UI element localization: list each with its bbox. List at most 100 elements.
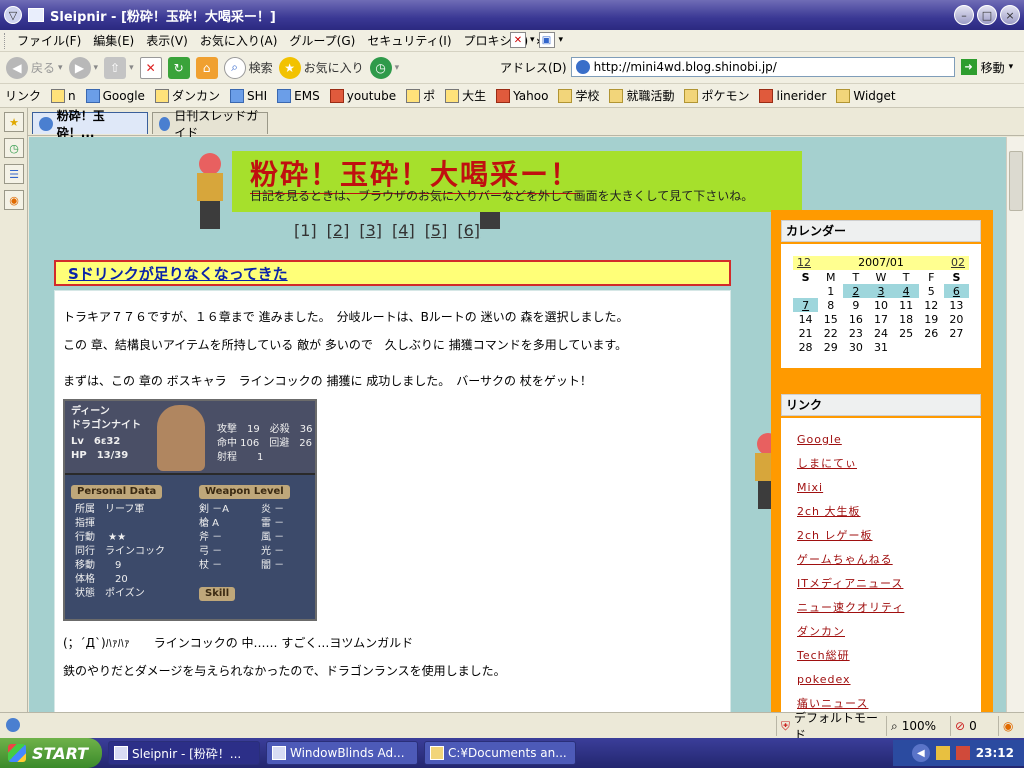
link-n[interactable]: n	[46, 88, 81, 103]
menu-edit[interactable]: 編集(E)	[87, 32, 140, 49]
chevron-down-icon[interactable]: ▾	[1009, 62, 1014, 72]
tab-thread-guide[interactable]: 日刊スレッドガイド	[152, 109, 268, 140]
refresh-button[interactable]: ↻	[167, 56, 190, 79]
link-label: youtube	[346, 88, 397, 103]
address-url[interactable]: http://mini4wd.blog.shinobi.jp/	[594, 60, 777, 74]
page-link-4[interactable]: [4]	[392, 221, 415, 240]
window-list-icon[interactable]: ▣	[538, 32, 555, 48]
page-link-6[interactable]: [6]	[457, 221, 480, 240]
link-shi[interactable]: SHI	[225, 88, 272, 103]
post-title[interactable]: Sドリンクが足りなくなってきた	[54, 260, 731, 286]
calendar-day[interactable]: 3	[868, 284, 894, 298]
link-job-hunting[interactable]: 就職活動	[604, 87, 679, 104]
sidebar-link[interactable]: ダンカン	[797, 620, 904, 644]
chevron-down-icon[interactable]: ▾	[530, 35, 535, 45]
link-youtube[interactable]: youtube	[325, 88, 401, 103]
calendar-day[interactable]: 7	[793, 298, 819, 312]
system-menu-icon[interactable]: ▽	[4, 6, 22, 24]
calendar-next-link[interactable]: 02	[951, 256, 965, 270]
sidebar-link[interactable]: ITメディアニュース	[797, 572, 904, 596]
sidebar-link[interactable]: Mixi	[797, 476, 904, 500]
sidebar-link[interactable]: pokedex	[797, 668, 904, 692]
sidebar-link[interactable]: しまにてぃ	[797, 452, 904, 476]
rss-panel-button[interactable]: ◉	[4, 190, 24, 210]
mode-indicator[interactable]: ⛨ デフォルトモード	[776, 711, 884, 742]
vertical-scrollbar[interactable]	[1006, 137, 1024, 712]
home-up-button[interactable]: ⇧ ▾	[104, 56, 134, 79]
page-link-3[interactable]: [3]	[359, 221, 382, 240]
tab-blog[interactable]: 粉砕！玉砕！...	[32, 109, 148, 140]
sidebar-link[interactable]: ゲームちゃんねる	[797, 548, 904, 572]
calendar-day[interactable]: 2	[843, 284, 869, 298]
history-panel-button[interactable]: ◷	[4, 138, 24, 158]
link-pokemon[interactable]: ポケモン	[679, 87, 754, 104]
tray-app-icon[interactable]	[935, 746, 950, 760]
tray-app-icon[interactable]	[955, 746, 970, 760]
calendar-day[interactable]: 6	[943, 284, 969, 298]
close-button[interactable]: ×	[1000, 5, 1020, 25]
start-button[interactable]: START	[0, 738, 102, 768]
minimize-button[interactable]: –	[954, 5, 974, 25]
stop-button[interactable]: ✕	[139, 56, 162, 79]
chevron-down-icon[interactable]: ▾	[94, 63, 99, 73]
chevron-down-icon[interactable]: ▾	[129, 63, 134, 73]
sidebar-link[interactable]: 2ch 大生板	[797, 500, 904, 524]
link-ems[interactable]: EMS	[272, 88, 325, 103]
tray-arrow-icon[interactable]: ◀	[911, 744, 930, 762]
zoom-indicator[interactable]: ⌕ 100%	[886, 716, 948, 736]
app-icon	[272, 746, 286, 760]
page-content[interactable]: 粉砕！玉砕！大喝采ー！ 日記を見るときは、ブラウザのお気に入りバーなどを外して画…	[29, 137, 1006, 712]
chevron-down-icon[interactable]: ▾	[58, 63, 63, 73]
history-button[interactable]: ◷ ▾	[369, 56, 400, 79]
rss-indicator[interactable]: ◉	[998, 716, 1022, 736]
home-button[interactable]: ⌂	[195, 56, 218, 79]
taskbar-item-windowblinds[interactable]: WindowBlinds Ad...	[266, 741, 418, 765]
menu-group[interactable]: グループ(G)	[283, 32, 361, 49]
favorites-button[interactable]: ★ お気に入り	[278, 56, 364, 79]
history-icon: ◷	[369, 56, 392, 79]
link-daisei[interactable]: 大生	[440, 87, 491, 104]
question-icon	[445, 88, 460, 103]
sidebar-link[interactable]: Tech総研	[797, 644, 904, 668]
sidebar-link[interactable]: Google	[797, 428, 904, 452]
calendar-day: 30	[848, 340, 863, 354]
link-google[interactable]: Google	[81, 88, 150, 103]
link-school[interactable]: 学校	[553, 87, 604, 104]
taskbar-item-explorer[interactable]: C:¥Documents an...	[424, 741, 576, 765]
link-duncan[interactable]: ダンカン	[150, 87, 225, 104]
tree-panel-button[interactable]: ☰	[4, 164, 24, 184]
chevron-down-icon[interactable]: ▾	[559, 35, 564, 45]
close-tab-icon[interactable]: ✕	[510, 32, 526, 48]
link-linerider[interactable]: linerider	[754, 88, 831, 103]
taskbar-item-label: C:¥Documents an...	[448, 746, 567, 760]
link-yahoo[interactable]: Yahoo	[491, 88, 553, 103]
link-widget[interactable]: Widget	[831, 88, 900, 103]
menu-security[interactable]: セキュリティ(I)	[361, 32, 457, 49]
calendar-day: 9	[852, 298, 860, 312]
menu-favorites[interactable]: お気に入り(A)	[194, 32, 284, 49]
address-input[interactable]: http://mini4wd.blog.shinobi.jp/	[570, 57, 955, 77]
calendar-prev-link[interactable]: 12	[797, 256, 811, 270]
maximize-button[interactable]: □	[977, 5, 997, 25]
blog-subtitle: 日記を見るときは、ブラウザのお気に入りバーなどを外して画面を大きくして見て下さい…	[250, 189, 754, 203]
link-po[interactable]: ポ	[401, 87, 440, 104]
toolbar-grip[interactable]	[4, 32, 7, 49]
go-button[interactable]: ➜ 移動 ▾	[960, 59, 1014, 76]
google-icon	[85, 88, 100, 103]
favorites-panel-button[interactable]: ★	[4, 112, 24, 132]
calendar-day[interactable]: 4	[893, 284, 919, 298]
sidebar-link[interactable]: 2ch レゲー板	[797, 524, 904, 548]
sidebar-link[interactable]: ニュー速クオリティ	[797, 596, 904, 620]
back-button[interactable]: ◀ 戻る ▾	[6, 56, 63, 79]
title-bar: ▽ Sleipnir - [粉砕！玉砕！大喝采ー！] – □ ×	[0, 0, 1024, 30]
forward-button[interactable]: ▶ ▾	[68, 56, 99, 79]
taskbar-item-sleipnir[interactable]: Sleipnir - [粉砕！...	[108, 741, 260, 765]
search-button[interactable]: ⌕ 検索	[223, 56, 273, 79]
page-link-5[interactable]: [5]	[425, 221, 448, 240]
scrollbar-thumb[interactable]	[1009, 151, 1023, 211]
menu-view[interactable]: 表示(V)	[140, 32, 194, 49]
menu-file[interactable]: ファイル(F)	[11, 32, 87, 49]
chevron-down-icon[interactable]: ▾	[395, 63, 400, 73]
popup-blocker-indicator[interactable]: ⊘ 0	[950, 716, 994, 736]
page-link-2[interactable]: [2]	[327, 221, 350, 240]
